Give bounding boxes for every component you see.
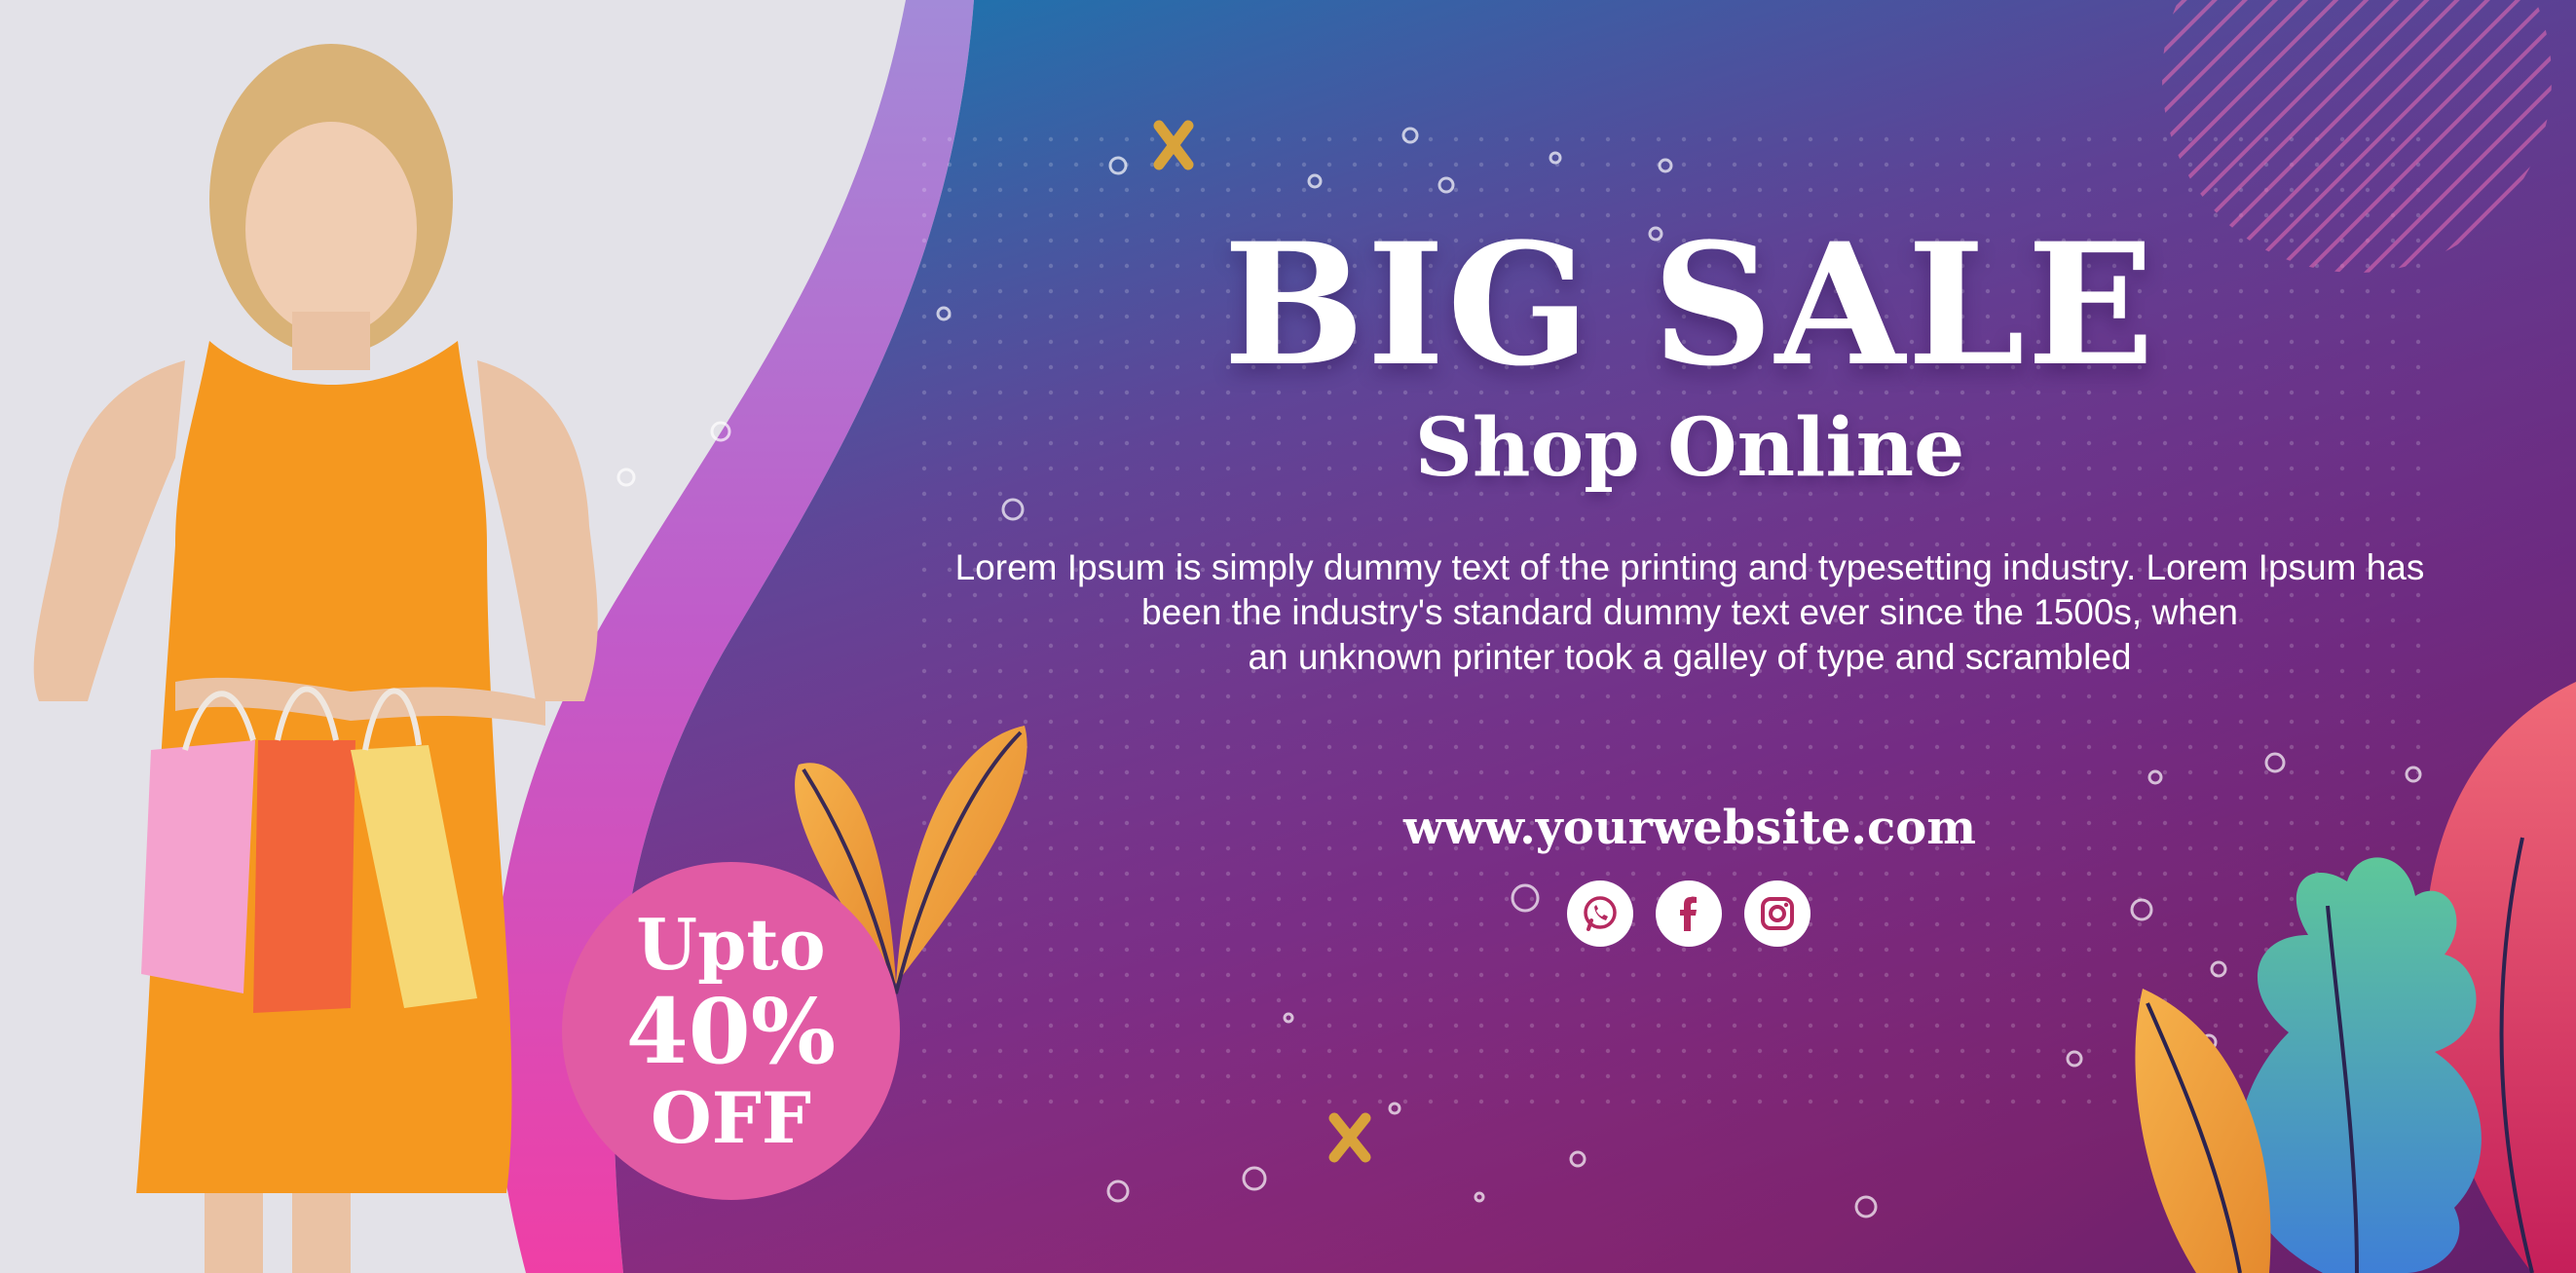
description-line: Lorem Ipsum is simply dummy text of the …	[954, 547, 2425, 587]
headline: BIG SALE	[1222, 206, 2157, 403]
sale-banner: BIG SALE Shop Online Lorem Ipsum is simp…	[0, 0, 2576, 1273]
subheadline: Shop Online	[1414, 401, 1965, 495]
description-text: Lorem Ipsum is simply dummy text of the …	[906, 545, 2474, 680]
instagram-button[interactable]	[1744, 880, 1811, 947]
whatsapp-button[interactable]	[1567, 880, 1633, 947]
badge-percent: 40%	[625, 978, 837, 1084]
facebook-icon	[1680, 896, 1697, 931]
whatsapp-icon	[1584, 896, 1617, 931]
badge-line-off: OFF	[651, 1075, 811, 1159]
description-line: been the industry's standard dummy text …	[1141, 592, 2238, 632]
website-link[interactable]: www.yourwebsite.com	[1227, 797, 2152, 859]
facebook-button[interactable]	[1656, 880, 1722, 947]
instagram-icon	[1761, 897, 1794, 930]
badge-line-upto: Upto	[636, 902, 826, 986]
discount-badge: Upto 40% OFF	[562, 862, 900, 1200]
description-line: an unknown printer took a galley of type…	[1248, 637, 2132, 677]
